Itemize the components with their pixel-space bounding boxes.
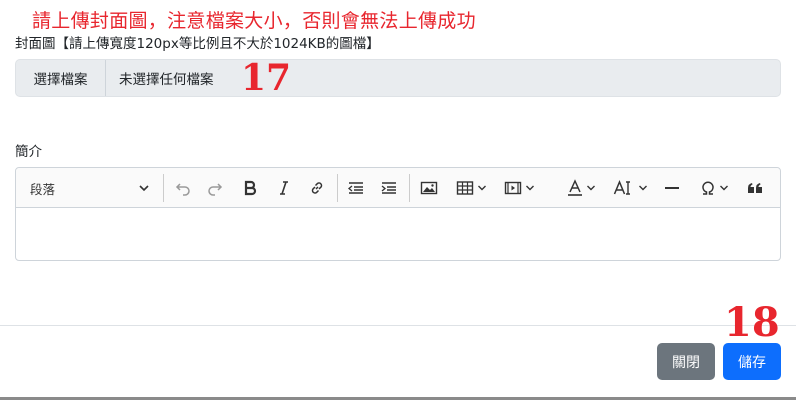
toolbar-separator [337,174,338,202]
footer-divider [0,325,796,326]
annotation-18: 18 [724,299,780,346]
intro-label: 簡介 [15,144,42,160]
bold-icon[interactable] [239,168,261,208]
cover-image-label: 封面圖【請上傳寬度120px等比例且不大於1024KB的圖檔】 [15,36,380,52]
choose-file-button[interactable]: 選擇檔案 [16,60,106,96]
annotation-17: 17 [241,57,292,99]
save-button[interactable]: 儲存 [723,343,781,380]
rich-text-editor: 段落 [15,167,781,261]
chevron-down-icon [139,185,149,192]
indent-icon[interactable] [378,168,400,208]
blockquote-icon[interactable] [744,168,766,208]
text-case-icon[interactable] [608,168,652,208]
outdent-icon[interactable] [345,168,367,208]
media-icon[interactable] [499,168,539,208]
editor-content-area[interactable] [16,208,780,260]
heading-select-value: 段落 [30,181,56,197]
redo-icon[interactable] [204,168,226,208]
toolbar-separator [163,174,164,202]
horizontal-line-icon[interactable] [661,168,683,208]
editor-toolbar: 段落 [16,168,780,208]
cover-file-input[interactable]: 選擇檔案 未選擇任何檔案 [15,59,781,97]
close-button[interactable]: 關閉 [657,343,715,380]
italic-icon[interactable] [273,168,295,208]
heading-select[interactable]: 段落 [16,168,162,208]
image-icon[interactable] [418,168,440,208]
upload-warning-text: 請上傳封面圖，注意檔案大小，否則會無法上傳成功 [32,10,476,32]
toolbar-separator [409,174,410,202]
undo-icon[interactable] [172,168,194,208]
file-status-text: 未選擇任何檔案 [119,72,214,88]
special-characters-icon[interactable] [693,168,735,208]
font-color-icon[interactable] [560,168,602,208]
table-icon[interactable] [452,168,490,208]
link-icon[interactable] [306,168,328,208]
